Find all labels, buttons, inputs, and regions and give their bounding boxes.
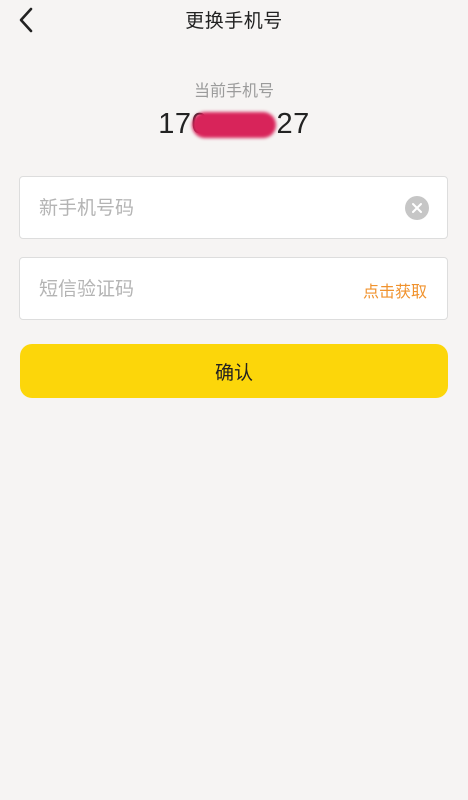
new-phone-field <box>19 176 448 239</box>
current-phone-number: 170 27 <box>158 106 310 142</box>
get-code-link[interactable]: 点击获取 <box>363 278 427 302</box>
phone-suffix: 27 <box>276 108 310 140</box>
sms-code-input[interactable] <box>39 258 359 319</box>
page-title: 更换手机号 <box>185 10 283 32</box>
clear-button[interactable] <box>405 196 429 220</box>
navigation-bar: 更换手机号 <box>0 0 468 44</box>
current-phone: 170 27 <box>0 106 468 146</box>
confirm-button[interactable]: 确认 <box>20 344 448 398</box>
current-phone-label: 当前手机号 <box>193 81 274 100</box>
clear-icon <box>412 203 422 213</box>
sms-code-field: 点击获取 <box>19 257 448 320</box>
redaction-mask <box>192 112 276 138</box>
new-phone-input[interactable] <box>39 177 359 238</box>
